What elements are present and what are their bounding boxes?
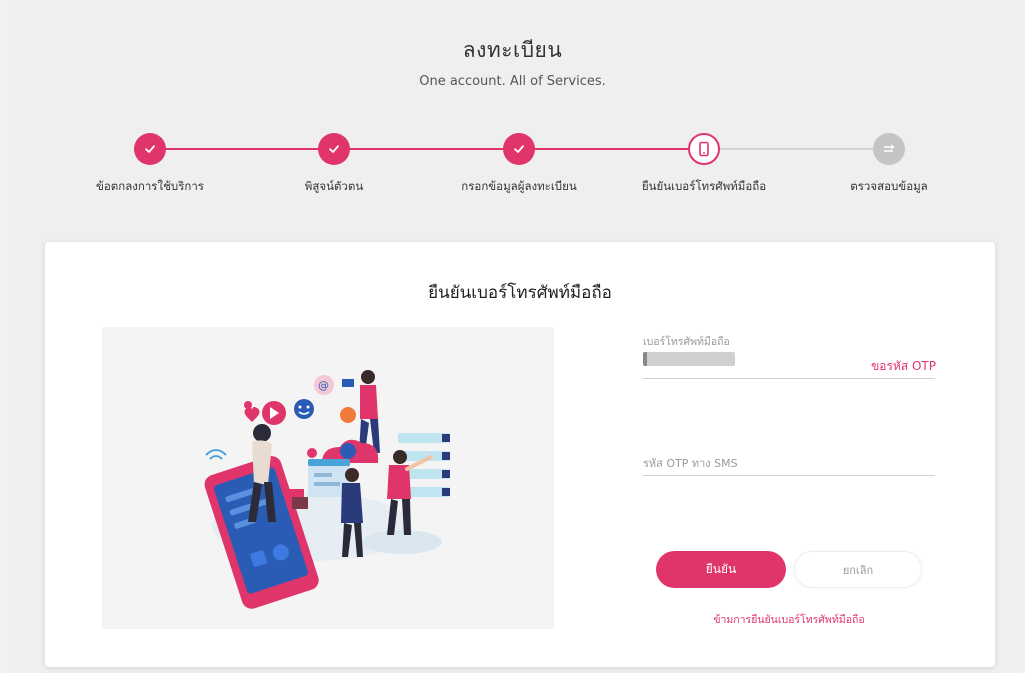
check-icon bbox=[514, 145, 524, 153]
svg-text:@: @ bbox=[318, 379, 329, 392]
card-title: ยืนยันเบอร์โทรศัพท์มือถือ bbox=[428, 283, 612, 303]
otp-input[interactable] bbox=[643, 452, 935, 474]
step-4-circle bbox=[688, 133, 720, 165]
phone-field-label: เบอร์โทรศัพท์มือถือ bbox=[643, 336, 730, 348]
phone-field-underline bbox=[643, 378, 935, 379]
review-icon bbox=[884, 144, 895, 152]
step-2-label: พิสูจน์ตัวตน bbox=[304, 179, 364, 193]
skip-phone-verification-link[interactable]: ข้ามการยืนยันเบอร์โทรศัพท์มือถือ bbox=[656, 611, 922, 628]
confirm-button[interactable]: ยืนยัน bbox=[656, 551, 786, 588]
phone-number-value-redacted[interactable] bbox=[643, 352, 735, 366]
step-5-label: ตรวจสอบข้อมูล bbox=[850, 179, 928, 193]
step-3-label: กรอกข้อมูลผู้ลงทะเบียน bbox=[461, 179, 577, 193]
step-5-circle bbox=[873, 133, 905, 165]
phone-verification-illustration: @ bbox=[102, 327, 554, 629]
step-4-label: ยืนยันเบอร์โทรศัพท์มือถือ bbox=[641, 179, 767, 193]
people-smartphone-illustration: @ bbox=[204, 370, 450, 609]
page-title: ลงทะเบียน bbox=[462, 38, 563, 62]
step-2-circle bbox=[318, 133, 350, 165]
page-subtitle: One account. All of Services. bbox=[419, 74, 606, 89]
step-1-label: ข้อตกลงการใช้บริการ bbox=[96, 179, 204, 193]
cancel-button[interactable]: ยกเลิก bbox=[794, 551, 922, 588]
mobile-phone-icon bbox=[699, 141, 709, 157]
step-3-circle bbox=[503, 133, 535, 165]
check-icon bbox=[145, 145, 155, 153]
stepper-progress-line bbox=[150, 148, 720, 150]
stepper-remaining-line bbox=[720, 148, 890, 150]
otp-field-underline bbox=[643, 475, 935, 476]
step-1-circle bbox=[134, 133, 166, 165]
check-icon bbox=[329, 145, 339, 153]
request-otp-link[interactable]: ขอรหัส OTP bbox=[832, 357, 936, 376]
